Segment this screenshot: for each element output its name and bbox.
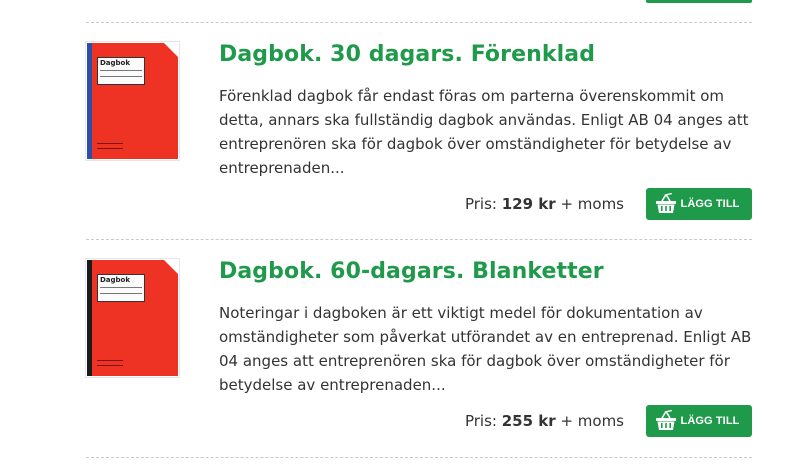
product-description: Noteringar i dagboken är ett viktigt med… — [219, 304, 752, 394]
cover-corner — [164, 260, 178, 274]
product-list: Dagbok Dagbok. 30 dagars. Förenklad Före… — [0, 0, 799, 469]
cover-label-text: Dagbok — [100, 59, 131, 67]
product-title[interactable]: Dagbok. 30 dagars. Förenklad — [219, 42, 595, 67]
price-amount: 255 kr — [501, 412, 556, 430]
label-line — [100, 287, 142, 288]
notebook-cover: Dagbok — [87, 260, 178, 376]
price-row: Pris: 129 kr + moms LÄGG TILL — [465, 188, 752, 220]
cover-label: Dagbok — [97, 274, 145, 302]
label-line — [100, 70, 142, 71]
divider — [86, 239, 752, 240]
product-price: Pris: 129 kr + moms — [465, 195, 624, 213]
price-prefix: Pris: — [464, 412, 497, 430]
product-description: Förenklad dagbok får endast föras om par… — [219, 87, 749, 177]
cover-label: Dagbok — [97, 57, 145, 85]
previous-add-to-cart-button[interactable] — [646, 0, 752, 3]
label-line — [100, 76, 142, 77]
notebook-cover: Dagbok — [87, 43, 178, 159]
cover-spine — [87, 43, 92, 159]
add-to-cart-label: LÄGG TILL — [680, 415, 740, 427]
price-amount: 129 kr — [501, 195, 556, 213]
product-price: Pris: 255 kr + moms — [465, 412, 624, 430]
add-to-cart-label: LÄGG TILL — [680, 198, 740, 210]
product-title[interactable]: Dagbok. 60-dagars. Blanketter — [219, 259, 604, 284]
product-item: Dagbok Dagbok. 30 dagars. Förenklad Före… — [86, 42, 752, 222]
label-line — [100, 293, 142, 294]
product-image[interactable]: Dagbok — [86, 259, 179, 377]
cover-corner — [164, 43, 178, 57]
add-to-cart-button[interactable]: LÄGG TILL — [646, 188, 752, 220]
basket-icon — [655, 193, 676, 213]
basket-icon — [655, 410, 676, 430]
price-suffix: + moms — [560, 195, 624, 213]
add-to-cart-button[interactable]: LÄGG TILL — [646, 405, 752, 437]
cover-spine — [87, 260, 92, 376]
product-item: Dagbok Dagbok. 60-dagars. Blanketter Not… — [86, 259, 752, 439]
divider — [86, 22, 752, 23]
cover-footer-mark — [97, 360, 123, 366]
divider — [86, 457, 752, 458]
cover-footer-mark — [97, 143, 123, 149]
price-row: Pris: 255 kr + moms LÄGG TILL — [465, 405, 752, 437]
product-image[interactable]: Dagbok — [86, 42, 179, 160]
price-prefix: Pris: — [464, 195, 497, 213]
price-suffix: + moms — [560, 412, 624, 430]
cover-label-text: Dagbok — [100, 276, 131, 284]
